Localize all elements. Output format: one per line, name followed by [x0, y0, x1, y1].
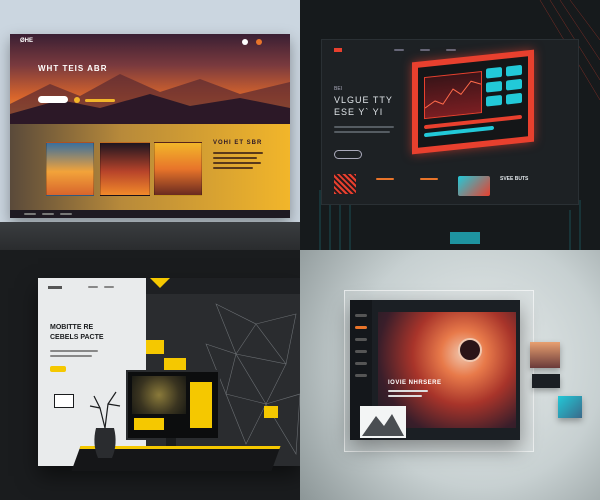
envelope-icon[interactable]: [54, 394, 74, 408]
footer-link[interactable]: [60, 213, 72, 215]
glass-nav-item-1[interactable]: [355, 314, 367, 317]
sunset-footer: [10, 210, 290, 218]
neon-stat-tile[interactable]: [486, 80, 502, 93]
neon-stat-tile[interactable]: [506, 64, 522, 77]
glass-nav-item-2[interactable]: [355, 326, 367, 329]
sunset-logo[interactable]: ØHE: [20, 38, 33, 44]
portfolio-title-line-2: CEBELS PACTE: [50, 334, 104, 341]
monitor-screen-image: [132, 376, 186, 414]
section-text-line: [213, 152, 263, 154]
neon-side-title: SVEE BUTS: [500, 176, 529, 182]
neon-stat-tile[interactable]: [486, 66, 502, 79]
sunset-cta-button[interactable]: [38, 96, 68, 103]
glass-hero-text: [388, 390, 428, 392]
section-text-line: [213, 167, 253, 169]
neon-floating-monitor: [412, 49, 534, 155]
monitor-yellow-bar[interactable]: [134, 418, 164, 430]
neon-stat-tile[interactable]: [506, 78, 522, 91]
glass-hero-text: [388, 395, 422, 397]
neon-card-3[interactable]: [458, 176, 490, 196]
neon-logo[interactable]: [334, 48, 342, 52]
yellow-info-card-1[interactable]: [146, 340, 164, 354]
mountain-silhouette: [10, 74, 290, 124]
neon-title-line-1: BEI: [334, 86, 343, 92]
gallery-thumb-3[interactable]: [154, 142, 202, 196]
neon-cta-button[interactable]: [334, 150, 362, 159]
neon-chart-panel: [424, 71, 482, 120]
neon-card-1-text: [376, 178, 394, 180]
portfolio-top-strip: [146, 278, 300, 294]
footer-link[interactable]: [42, 213, 54, 215]
neon-title-line-3: ESE Y` YI: [334, 107, 384, 117]
vase-with-branches-icon: [89, 391, 121, 458]
sunset-section-title: VOHI ET SBR: [213, 140, 263, 146]
glass-nav-item-3[interactable]: [355, 338, 367, 341]
glass-nav-item-4[interactable]: [355, 350, 367, 353]
sunset-gallery-section: VOHI ET SBR: [10, 124, 290, 210]
sunset-hero: ØHE WHT TEIS ABR: [10, 34, 290, 124]
neon-stat-tile[interactable]: [486, 94, 502, 107]
neon-monitor-screen: [418, 56, 528, 148]
neon-card-1[interactable]: [334, 174, 356, 194]
desk-shadow: [0, 222, 300, 250]
neon-card-2-text: [420, 178, 438, 180]
profile-icon[interactable]: [256, 39, 262, 45]
sunset-browser-window: ØHE WHT TEIS ABR VOHI ET SBR: [10, 34, 290, 218]
portfolio-nav-link[interactable]: [104, 286, 114, 288]
portfolio-nav-link[interactable]: [88, 286, 98, 288]
neon-nav-link[interactable]: [446, 49, 456, 51]
section-text-line: [213, 162, 261, 164]
glass-nav-item-5[interactable]: [355, 362, 367, 365]
panel-glass-ui: IOVIE NHRSERE: [300, 250, 600, 500]
panel-neon-dashboard: BEI VLGUE TTY ESE Y` YI SVEE BUTS: [300, 0, 600, 250]
floating-thumb-teal[interactable]: [558, 396, 582, 418]
glass-nav-item-6[interactable]: [355, 374, 367, 377]
gallery-thumb-2[interactable]: [100, 142, 150, 196]
portfolio-cta-button[interactable]: [50, 366, 66, 372]
neon-nav-link[interactable]: [420, 49, 430, 51]
floating-thumb-dark[interactable]: [532, 374, 560, 388]
neon-title-line-2: VLGUE TTY: [334, 95, 393, 105]
sunset-hero-title: WHT TEIS ABR: [38, 64, 108, 73]
menu-icon[interactable]: [242, 39, 248, 45]
glass-hero-title: IOVIE NHRSERE: [388, 380, 442, 386]
desktop-monitor: [126, 370, 220, 440]
monitor-yellow-panel[interactable]: [190, 382, 212, 428]
footer-link[interactable]: [24, 213, 36, 215]
neon-text-line: [334, 131, 390, 133]
gallery-thumb-1[interactable]: [46, 142, 94, 196]
portfolio-text-line: [50, 350, 98, 352]
yellow-info-card-3[interactable]: [264, 406, 278, 418]
neon-text-line: [334, 126, 394, 128]
panel-yellow-portfolio: MOBITTE RE CEBELS PACTE: [0, 250, 300, 500]
neon-nav-link[interactable]: [394, 49, 404, 51]
neon-server-block: [450, 232, 480, 244]
panel-sunset-landing: ØHE WHT TEIS ABR VOHI ET SBR: [0, 0, 300, 250]
sunset-cta-text: [85, 99, 115, 102]
neon-chart-line: [425, 80, 481, 109]
mountain-card-icon[interactable]: [360, 406, 406, 438]
play-icon[interactable]: [74, 97, 80, 103]
portfolio-title-line-1: MOBITTE RE: [50, 324, 94, 331]
section-text-line: [213, 157, 257, 159]
eye-icon: [458, 338, 482, 362]
portfolio-text-line: [50, 355, 92, 357]
portfolio-logo[interactable]: [48, 286, 62, 289]
yellow-triangle-accent: [150, 278, 170, 288]
floating-thumb-sunset[interactable]: [530, 342, 560, 368]
neon-stat-tile[interactable]: [506, 92, 522, 105]
